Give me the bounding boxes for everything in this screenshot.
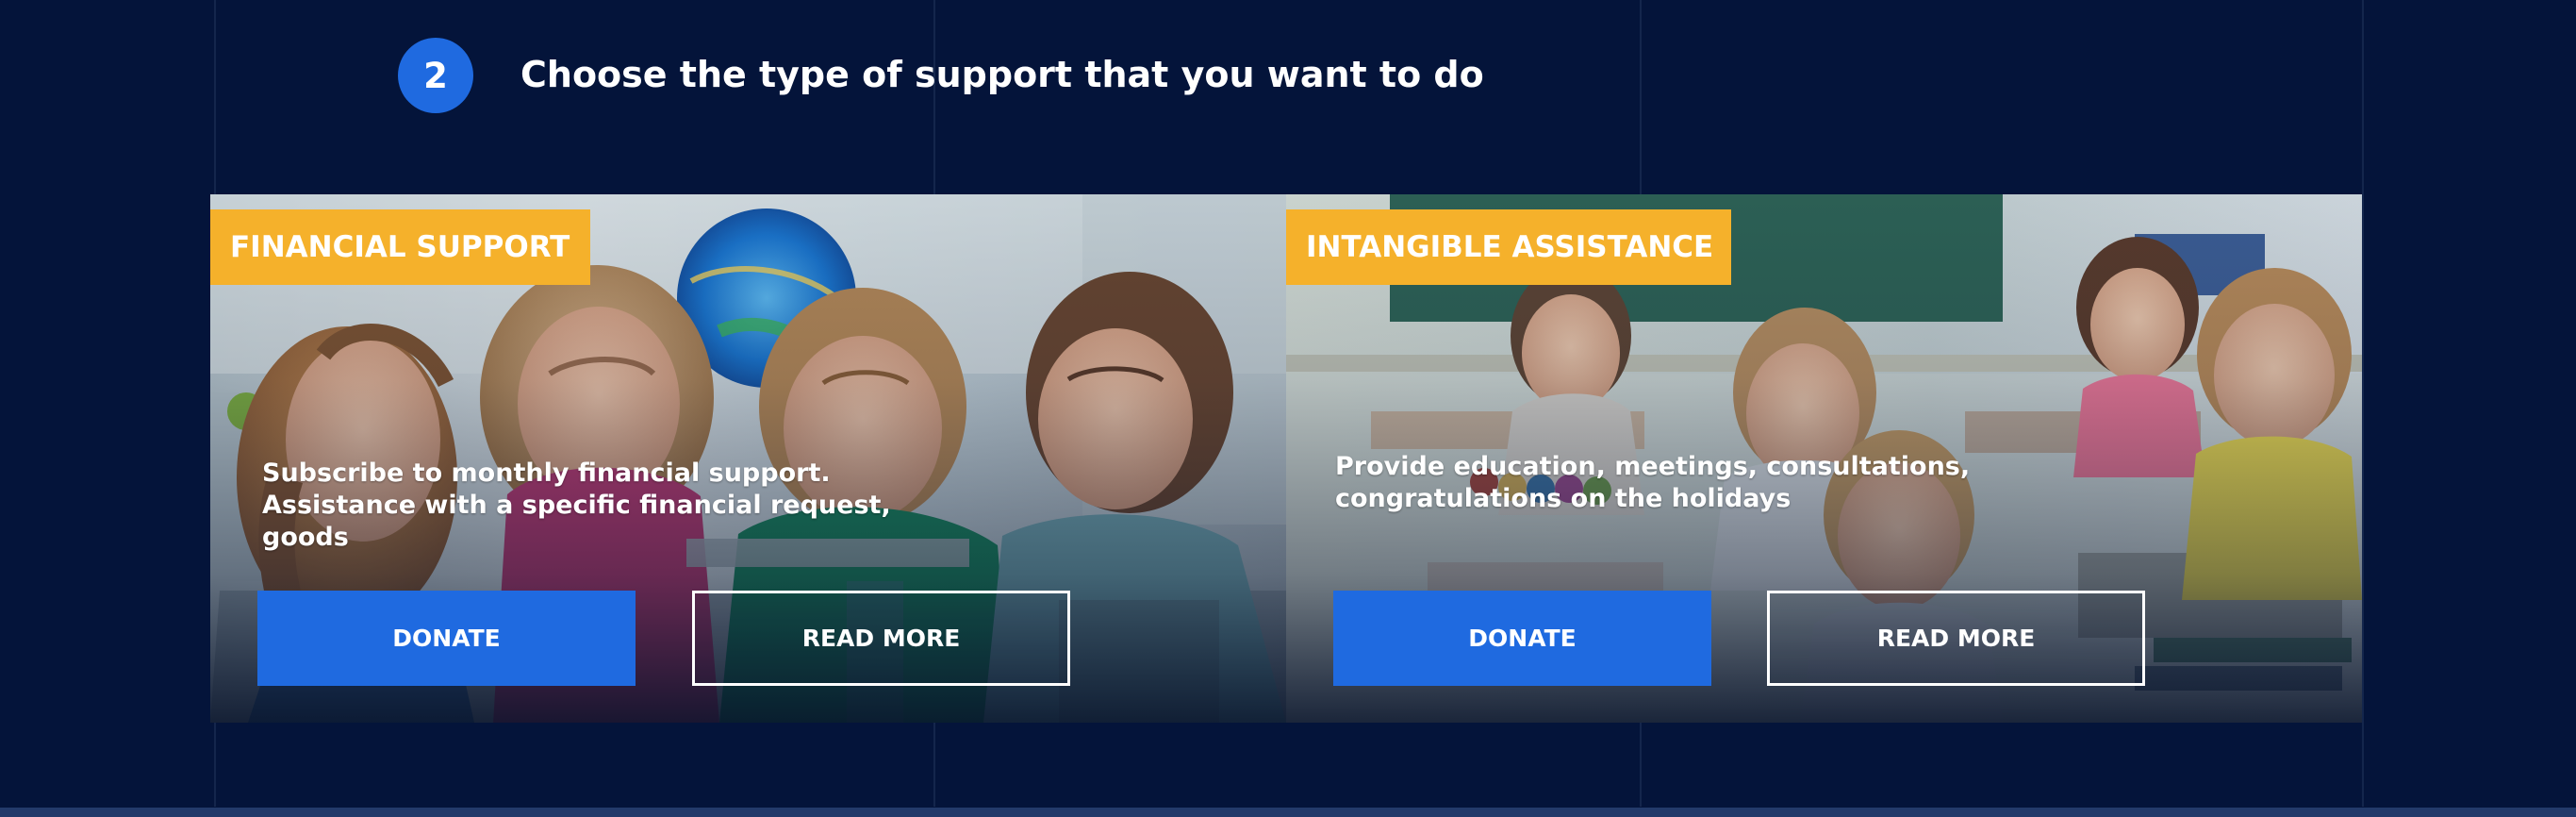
intangible-donate-button[interactable]: DONATE [1333, 591, 1711, 686]
support-page: 2 Choose the type of support that you wa… [0, 0, 2576, 817]
intangible-assistance-tag: INTANGIBLE ASSISTANCE [1286, 209, 1731, 285]
financial-support-description: Subscribe to monthly financial support. … [262, 459, 891, 552]
intangible-assistance-description: Provide education, meetings, consultatio… [1335, 452, 1971, 513]
financial-support-tag: FINANCIAL SUPPORT [210, 209, 590, 285]
intangible-read-more-button[interactable]: READ MORE [1767, 591, 2145, 686]
financial-donate-button[interactable]: DONATE [257, 591, 636, 686]
step-number-badge: 2 [398, 38, 473, 113]
step-title: Choose the type of support that you want… [520, 54, 1484, 95]
support-step-header: 2 Choose the type of support that you wa… [0, 0, 2576, 151]
bottom-divider [0, 808, 2576, 817]
intangible-assistance-card: INTANGIBLE ASSISTANCE Provide education,… [1286, 194, 2362, 723]
financial-support-card: FINANCIAL SUPPORT Subscribe to monthly f… [210, 194, 1286, 723]
financial-read-more-button[interactable]: READ MORE [692, 591, 1070, 686]
